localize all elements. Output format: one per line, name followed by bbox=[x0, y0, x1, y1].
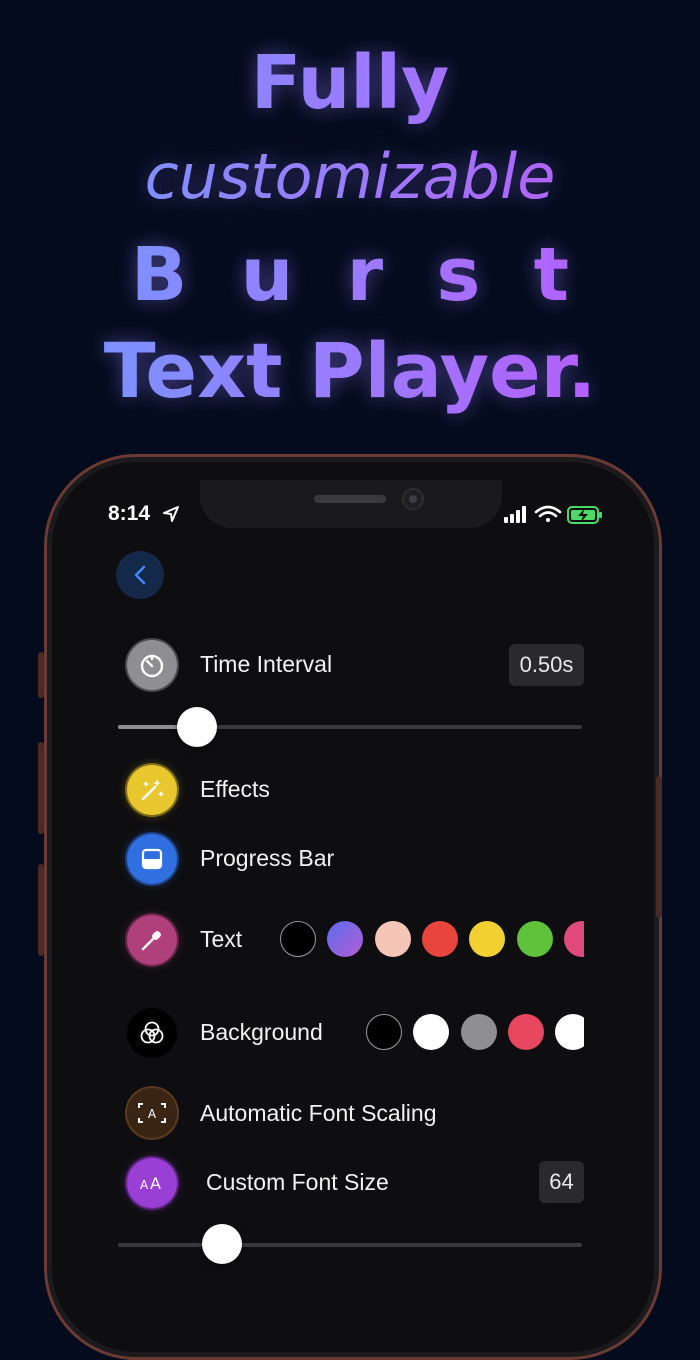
phone-speaker bbox=[314, 495, 386, 503]
text-color-swatch[interactable] bbox=[327, 921, 364, 957]
background-color-label: Background bbox=[200, 1019, 323, 1045]
background-color-swatch[interactable] bbox=[507, 1014, 544, 1050]
phone-notch bbox=[200, 480, 502, 528]
time-interval-label: Time Interval bbox=[200, 651, 333, 677]
location-arrow-icon bbox=[163, 506, 179, 522]
background-color-swatch[interactable] bbox=[460, 1014, 497, 1050]
background-color-swatch[interactable] bbox=[366, 1014, 402, 1050]
phone-camera bbox=[402, 488, 424, 510]
text-color-swatch[interactable] bbox=[469, 921, 506, 957]
status-icons bbox=[504, 505, 602, 524]
progress-bar-icon bbox=[127, 834, 177, 884]
back-button[interactable] bbox=[116, 551, 164, 599]
time-interval-value: 0.50s bbox=[509, 644, 584, 686]
background-color-swatch[interactable] bbox=[555, 1014, 584, 1050]
headline-line-1: Fully bbox=[0, 40, 700, 126]
phone-mute-switch bbox=[38, 652, 44, 698]
timer-icon bbox=[127, 640, 177, 690]
font-size-slider-thumb[interactable] bbox=[202, 1224, 242, 1264]
magic-wand-icon bbox=[127, 765, 177, 815]
headline-line-3: Burst bbox=[0, 232, 700, 318]
text-color-swatches bbox=[278, 917, 584, 961]
text-color-swatch[interactable] bbox=[421, 921, 458, 957]
background-color-swatches bbox=[364, 1010, 584, 1054]
text-color-swatch[interactable] bbox=[374, 921, 411, 957]
svg-text:A: A bbox=[148, 1107, 157, 1121]
font-scaling-icon: A bbox=[127, 1088, 177, 1138]
svg-text:A: A bbox=[140, 1178, 149, 1192]
phone-volume-down bbox=[38, 864, 44, 956]
cellular-signal-icon bbox=[504, 506, 526, 523]
phone-power-button bbox=[656, 776, 662, 918]
effects-label[interactable]: Effects bbox=[200, 776, 270, 803]
battery-charging-icon bbox=[567, 506, 602, 524]
time-interval-slider-thumb[interactable] bbox=[176, 707, 217, 747]
eyedropper-icon bbox=[127, 915, 177, 965]
svg-text:A: A bbox=[150, 1174, 161, 1193]
phone-screen bbox=[70, 480, 630, 1340]
text-color-swatch[interactable] bbox=[280, 921, 316, 957]
auto-font-scaling-label[interactable]: Automatic Font Scaling bbox=[200, 1100, 437, 1127]
wifi-icon bbox=[534, 505, 562, 522]
phone-volume-up bbox=[38, 742, 44, 834]
font-size-icon: A A bbox=[127, 1158, 177, 1208]
text-color-swatch[interactable] bbox=[563, 921, 584, 957]
progress-bar-label[interactable]: Progress Bar bbox=[200, 845, 334, 872]
custom-font-size-value: 64 bbox=[539, 1161, 584, 1203]
background-color-swatch[interactable] bbox=[413, 1014, 450, 1050]
text-color-swatch[interactable] bbox=[516, 921, 553, 957]
text-color-label: Text bbox=[200, 926, 243, 952]
chevron-left-icon bbox=[134, 565, 146, 585]
headline-line-4: Text Player. bbox=[0, 326, 700, 415]
custom-font-size-label: Custom Font Size bbox=[206, 1169, 389, 1195]
headline-line-2: customizable bbox=[0, 140, 700, 213]
color-circles-icon bbox=[127, 1008, 177, 1058]
status-time: 8:14 bbox=[108, 502, 151, 525]
